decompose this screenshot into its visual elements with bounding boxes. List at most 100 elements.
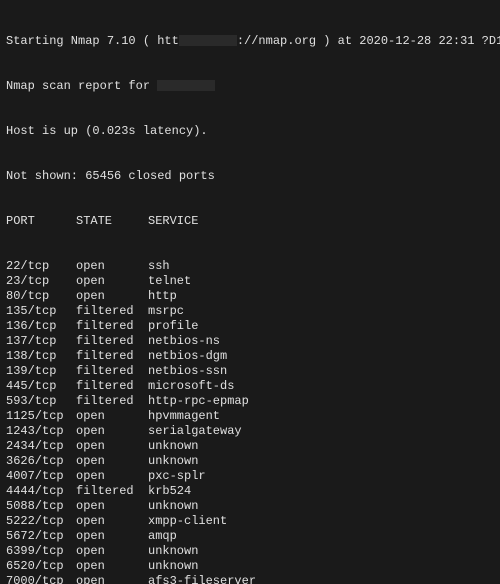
service-cell: http-rpc-epmap: [148, 394, 249, 409]
port-row: 5672/tcpopenamqp: [6, 529, 494, 544]
terminal-output: Starting Nmap 7.10 ( htt ://nmap.org ) at…: [0, 0, 500, 584]
port-row: 5088/tcpopenunknown: [6, 499, 494, 514]
state-cell: open: [76, 514, 148, 529]
port-cell: 1243/tcp: [6, 424, 76, 439]
service-cell: netbios-ns: [148, 334, 220, 349]
port-cell: 137/tcp: [6, 334, 76, 349]
port-row: 6520/tcpopenunknown: [6, 559, 494, 574]
service-cell: hpvmmagent: [148, 409, 220, 424]
banner-part-b: ://nmap.org ) at 2020-12-28 22:31 ?D1ú±ê…: [237, 34, 500, 48]
port-cell: 80/tcp: [6, 289, 76, 304]
service-cell: krb524: [148, 484, 191, 499]
port-list: 22/tcpopenssh23/tcpopentelnet80/tcpopenh…: [6, 259, 494, 584]
state-cell: open: [76, 499, 148, 514]
state-cell: open: [76, 454, 148, 469]
port-cell: 139/tcp: [6, 364, 76, 379]
not-shown-line: Not shown: 65456 closed ports: [6, 169, 494, 184]
service-cell: msrpc: [148, 304, 184, 319]
port-cell: 6520/tcp: [6, 559, 76, 574]
port-cell: 445/tcp: [6, 379, 76, 394]
state-cell: open: [76, 529, 148, 544]
service-cell: pxc-splr: [148, 469, 206, 484]
service-cell: unknown: [148, 454, 198, 469]
port-cell: 593/tcp: [6, 394, 76, 409]
port-cell: 138/tcp: [6, 349, 76, 364]
port-cell: 3626/tcp: [6, 454, 76, 469]
state-cell: filtered: [76, 349, 148, 364]
port-cell: 2434/tcp: [6, 439, 76, 454]
port-cell: 6399/tcp: [6, 544, 76, 559]
port-row: 4007/tcpopenpxc-splr: [6, 469, 494, 484]
host-status: Host is up (0.023s latency).: [6, 124, 494, 139]
port-row: 138/tcpfilterednetbios-dgm: [6, 349, 494, 364]
nmap-banner: Starting Nmap 7.10 ( htt://nmap.org ) at…: [6, 34, 494, 49]
service-cell: amqp: [148, 529, 177, 544]
port-row: 1125/tcpopenhpvmmagent: [6, 409, 494, 424]
port-row: 22/tcpopenssh: [6, 259, 494, 274]
state-cell: filtered: [76, 484, 148, 499]
service-cell: microsoft-ds: [148, 379, 234, 394]
state-cell: open: [76, 574, 148, 584]
port-cell: 4444/tcp: [6, 484, 76, 499]
banner-part-a: Starting Nmap 7.10 ( htt: [6, 34, 179, 48]
port-cell: 22/tcp: [6, 259, 76, 274]
state-cell: filtered: [76, 394, 148, 409]
port-row: 80/tcpopenhttp: [6, 289, 494, 304]
state-cell: open: [76, 424, 148, 439]
service-cell: unknown: [148, 544, 198, 559]
port-row: 137/tcpfilterednetbios-ns: [6, 334, 494, 349]
port-cell: 7000/tcp: [6, 574, 76, 584]
port-cell: 5088/tcp: [6, 499, 76, 514]
port-row: 7000/tcpopenafs3-fileserver: [6, 574, 494, 584]
state-cell: filtered: [76, 364, 148, 379]
service-cell: unknown: [148, 559, 198, 574]
scan-report-line: Nmap scan report for: [6, 79, 494, 94]
state-cell: filtered: [76, 319, 148, 334]
port-cell: 23/tcp: [6, 274, 76, 289]
port-cell: 5222/tcp: [6, 514, 76, 529]
service-cell: unknown: [148, 499, 198, 514]
state-cell: open: [76, 544, 148, 559]
redacted-block: [179, 35, 237, 46]
state-cell: open: [76, 439, 148, 454]
service-cell: unknown: [148, 439, 198, 454]
state-cell: open: [76, 274, 148, 289]
port-row: 445/tcpfilteredmicrosoft-ds: [6, 379, 494, 394]
scan-report-prefix: Nmap scan report for: [6, 79, 157, 93]
service-cell: netbios-dgm: [148, 349, 227, 364]
service-cell: serialgateway: [148, 424, 242, 439]
state-cell: filtered: [76, 334, 148, 349]
port-row: 3626/tcpopenunknown: [6, 454, 494, 469]
col-state: STATE: [76, 214, 148, 229]
port-cell: 135/tcp: [6, 304, 76, 319]
port-row: 2434/tcpopenunknown: [6, 439, 494, 454]
port-row: 6399/tcpopenunknown: [6, 544, 494, 559]
state-cell: open: [76, 259, 148, 274]
col-service: SERVICE: [148, 214, 198, 229]
state-cell: filtered: [76, 304, 148, 319]
port-row: 135/tcpfilteredmsrpc: [6, 304, 494, 319]
port-row: 136/tcpfilteredprofile: [6, 319, 494, 334]
service-cell: profile: [148, 319, 198, 334]
port-cell: 136/tcp: [6, 319, 76, 334]
service-cell: ssh: [148, 259, 170, 274]
service-cell: xmpp-client: [148, 514, 227, 529]
redacted-block: [157, 80, 215, 91]
state-cell: filtered: [76, 379, 148, 394]
col-port: PORT: [6, 214, 76, 229]
port-row: 139/tcpfilterednetbios-ssn: [6, 364, 494, 379]
port-cell: 4007/tcp: [6, 469, 76, 484]
state-cell: open: [76, 289, 148, 304]
column-headers: PORTSTATESERVICE: [6, 214, 494, 229]
service-cell: http: [148, 289, 177, 304]
service-cell: netbios-ssn: [148, 364, 227, 379]
port-row: 23/tcpopentelnet: [6, 274, 494, 289]
port-row: 4444/tcpfilteredkrb524: [6, 484, 494, 499]
port-row: 593/tcpfilteredhttp-rpc-epmap: [6, 394, 494, 409]
state-cell: open: [76, 469, 148, 484]
state-cell: open: [76, 409, 148, 424]
port-row: 1243/tcpopenserialgateway: [6, 424, 494, 439]
port-cell: 1125/tcp: [6, 409, 76, 424]
port-cell: 5672/tcp: [6, 529, 76, 544]
service-cell: afs3-fileserver: [148, 574, 256, 584]
